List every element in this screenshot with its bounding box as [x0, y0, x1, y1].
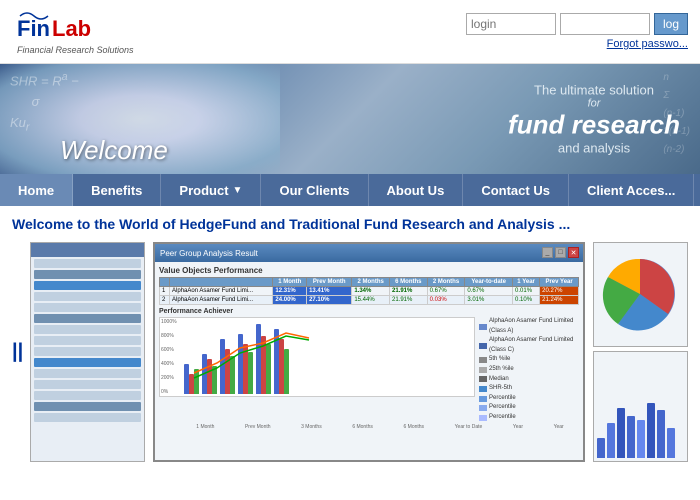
hero-tagline-sub: and analysis	[508, 141, 680, 156]
legend-label: AlphaAon Asamer Fund Limited (Class C)	[489, 336, 579, 355]
content-area: || Peer Group Analysis Result	[12, 242, 688, 462]
performance-table: 1 Month Prev Month 2 Months 6 Months 2 M…	[159, 277, 579, 305]
login-row: log	[466, 13, 688, 35]
header: Fin Lab Financial Research Solutions log…	[0, 0, 700, 64]
small-bar	[637, 420, 645, 458]
x-axis-labels: 1 Month Prev Month 3 Months 6 Months 6 M…	[159, 424, 579, 430]
nav-about-us[interactable]: About Us	[369, 174, 464, 206]
nav-contact-us[interactable]: Contact Us	[463, 174, 569, 206]
chart-legend: AlphaAon Asamer Fund Limited (Class A) A…	[479, 317, 579, 423]
perf-label: Performance Achiever	[159, 308, 579, 315]
close-button[interactable]: ✕	[568, 247, 579, 258]
small-bar	[617, 408, 625, 458]
maximize-button[interactable]: □	[555, 247, 566, 258]
legend-label: 25th %ile	[489, 365, 514, 375]
left-sidebar-mockup	[30, 242, 145, 462]
small-bar	[657, 410, 665, 458]
legend-label: Median	[489, 375, 509, 385]
nav-our-clients[interactable]: Our Clients	[261, 174, 368, 206]
chart-window-title: Peer Group Analysis Result	[160, 249, 258, 258]
bar-chart: 1000% 800% 600% 400% 200% 0%	[159, 317, 475, 397]
nav-benefits[interactable]: Benefits	[73, 174, 161, 206]
login-button[interactable]: log	[654, 13, 688, 35]
logo-tagline: Financial Research Solutions	[17, 45, 134, 55]
small-bar	[647, 403, 655, 458]
nav-client-access[interactable]: Client Acces...	[569, 174, 694, 206]
chart-content: Value Objects Performance 1 Month Prev M…	[155, 262, 583, 434]
svg-text:Fin: Fin	[17, 16, 50, 41]
hero-main-text: The ultimate solution for fund research …	[508, 83, 680, 156]
small-bar	[597, 438, 605, 458]
legend-label: Percentile	[489, 413, 516, 423]
hero-welcome-text: Welcome	[60, 135, 168, 166]
hero-tagline-small: The ultimate solution	[508, 83, 680, 98]
legend-item: Percentile	[479, 403, 579, 413]
legend-label: AlphaAon Asamer Fund Limited (Class A)	[489, 317, 579, 336]
legend-item: AlphaAon Asamer Fund Limited (Class A)	[479, 317, 579, 336]
perf-area: 1000% 800% 600% 400% 200% 0%	[159, 317, 579, 423]
nav-product[interactable]: Product ▼	[161, 174, 261, 206]
legend-item: Percentile	[479, 394, 579, 404]
legend-label: 5th %ile	[489, 355, 510, 365]
svg-text:Lab: Lab	[52, 16, 91, 41]
small-bar	[667, 428, 675, 458]
hero-math-right: nΣ(n-1)3(n-1)(n-2)	[663, 69, 690, 159]
titlebar-buttons: _ □ ✕	[542, 247, 579, 258]
pie-chart-container	[593, 242, 688, 347]
logo-area: Fin Lab Financial Research Solutions	[12, 8, 134, 55]
small-bar-chart	[593, 351, 688, 462]
legend-label: SHR-5th	[489, 384, 512, 394]
hero-math-left: SHR = Ra − σ Kur	[10, 69, 79, 137]
small-bar	[627, 416, 635, 458]
table-row: 2 AlphaAon Asamer Fund Limi... 24.00% 27…	[160, 296, 579, 305]
legend-item: AlphaAon Asamer Fund Limited (Class C)	[479, 336, 579, 355]
legend-item: Percentile	[479, 413, 579, 423]
password-input[interactable]	[560, 13, 650, 35]
hero-tagline-large: fund research	[508, 110, 680, 141]
login-input[interactable]	[466, 13, 556, 35]
minimize-button[interactable]: _	[542, 247, 553, 258]
chart-titlebar: Peer Group Analysis Result _ □ ✕	[155, 244, 583, 262]
right-charts	[593, 242, 688, 462]
legend-item: 5th %ile	[479, 355, 579, 365]
legend-label: Percentile	[489, 403, 516, 413]
main-navigation: Home Benefits Product ▼ Our Clients Abou…	[0, 174, 700, 206]
hero-banner: SHR = Ra − σ Kur Welcome The ultimate so…	[0, 64, 700, 174]
login-area: log Forgot passwo...	[466, 13, 688, 50]
nav-product-label: Product	[179, 183, 228, 198]
nav-home[interactable]: Home	[0, 174, 73, 206]
chart-label: Value Objects Performance	[159, 266, 579, 275]
chart-window: Peer Group Analysis Result _ □ ✕ Value O…	[153, 242, 585, 462]
legend-item: SHR-5th	[479, 384, 579, 394]
pie-chart	[598, 252, 683, 337]
table-row: 1 AlphaAon Asamer Fund Limi... 12.31% 13…	[160, 287, 579, 296]
welcome-heading: Welcome to the World of HedgeFund and Tr…	[12, 216, 688, 232]
main-content: Welcome to the World of HedgeFund and Tr…	[0, 206, 700, 472]
forgot-password-link[interactable]: Forgot passwo...	[607, 38, 688, 50]
pause-indicator: ||	[12, 341, 23, 364]
hero-for: for	[508, 98, 680, 110]
line-overlay	[182, 318, 474, 396]
legend-label: Percentile	[489, 394, 516, 404]
small-bar	[607, 423, 615, 458]
legend-item: 25th %ile	[479, 365, 579, 375]
nav-product-dropdown-arrow: ▼	[233, 185, 243, 196]
legend-item: Median	[479, 375, 579, 385]
